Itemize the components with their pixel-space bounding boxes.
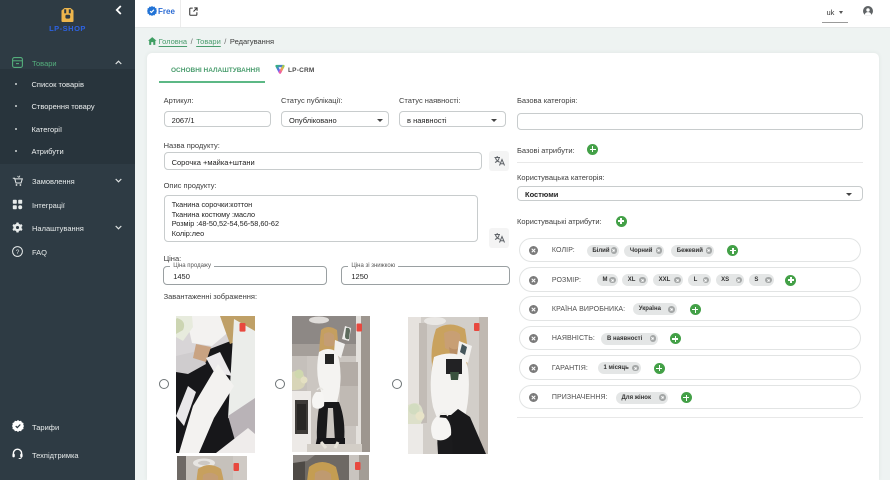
svg-text:?: ? <box>16 248 20 255</box>
